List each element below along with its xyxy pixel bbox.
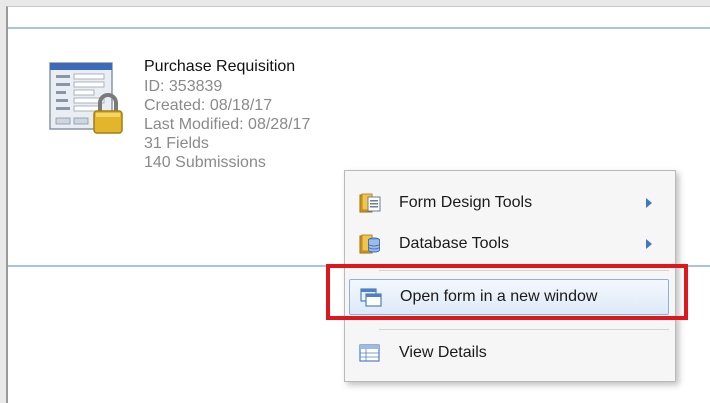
form-field-count: 31 Fields (144, 135, 209, 152)
menu-item-label: Form Design Tools (399, 194, 533, 211)
form-title[interactable]: Purchase Requisition (144, 57, 310, 77)
form-item[interactable]: Purchase Requisition ID: 353839 Created:… (46, 55, 366, 195)
form-created: Created: 08/18/17 (144, 97, 273, 114)
form-submission-count: 140 Submissions (144, 154, 266, 171)
form-last-modified: Last Modified: 08/28/17 (144, 116, 311, 133)
submenu-arrow-icon (646, 198, 652, 208)
table-details-icon (359, 344, 380, 362)
form-lock-icon (49, 62, 123, 134)
menu-item-form-design-tools[interactable]: Form Design Tools (349, 185, 669, 221)
submenu-arrow-icon (646, 239, 652, 249)
book-database-icon (359, 234, 380, 254)
menu-item-label: View Details (399, 344, 487, 361)
menu-item-database-tools[interactable]: Database Tools (349, 226, 669, 262)
book-form-icon (359, 193, 381, 213)
menu-separator (379, 329, 669, 330)
highlight-annotation-box (326, 264, 688, 320)
menu-item-view-details[interactable]: View Details (349, 335, 669, 371)
divider-top (8, 27, 710, 29)
menu-item-label: Database Tools (399, 235, 509, 252)
form-info: Purchase Requisition ID: 353839 Created:… (144, 57, 310, 172)
form-id: ID: 353839 (144, 78, 223, 95)
